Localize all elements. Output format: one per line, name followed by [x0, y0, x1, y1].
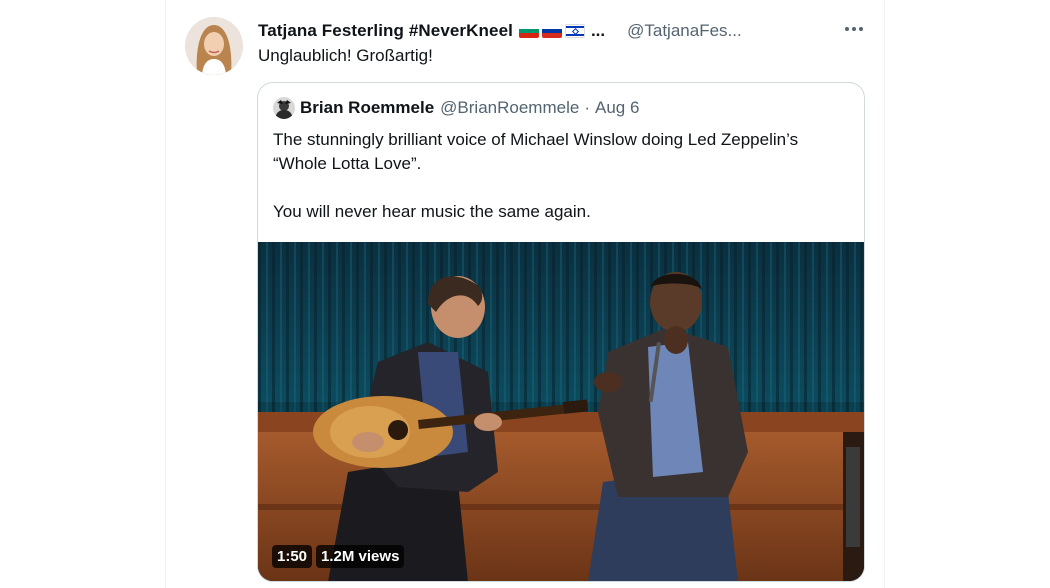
flag-russia-icon — [541, 24, 562, 38]
flag-bulgaria-icon — [518, 24, 539, 38]
more-horizontal-icon[interactable] — [843, 18, 865, 40]
avatar[interactable] — [185, 17, 243, 75]
flag-israel-icon — [564, 24, 585, 38]
quoted-text-line — [273, 176, 853, 200]
quoted-author-name[interactable]: Brian Roemmele — [300, 98, 434, 118]
quoted-avatar — [273, 97, 295, 119]
tweet-text: Unglaublich! Großartig! — [258, 46, 433, 65]
video-views: 1.2M views — [316, 545, 405, 568]
quoted-text-line: “Whole Lotta Love”. — [273, 154, 422, 173]
avatar-image — [185, 17, 243, 75]
quoted-tweet[interactable]: Brian Roemmele @BrianRoemmele · Aug 6 Th… — [257, 82, 865, 582]
quoted-author-handle[interactable]: @BrianRoemmele — [440, 98, 579, 118]
video-thumbnail — [258, 242, 864, 581]
quoted-tweet-header: Brian Roemmele @BrianRoemmele · Aug 6 — [273, 97, 639, 119]
name-truncation: ... — [590, 21, 606, 40]
flags — [518, 24, 585, 38]
author-name[interactable]: Tatjana Festerling #NeverKneel — [258, 21, 513, 41]
quoted-date[interactable]: Aug 6 — [595, 98, 639, 118]
quoted-text-line: The stunningly brilliant voice of Michae… — [273, 130, 799, 149]
video-player[interactable]: 1:50 1.2M views — [258, 242, 864, 581]
author-handle[interactable]: @TatjanaFes... — [627, 21, 742, 41]
video-duration: 1:50 — [272, 545, 313, 568]
quoted-text-line: You will never hear music the same again… — [273, 202, 591, 221]
page: Tatjana Festerling #NeverKneel ... @Tatj… — [0, 0, 1050, 588]
quoted-tweet-text: The stunningly brilliant voice of Michae… — [273, 128, 853, 224]
tweet-header: Tatjana Festerling #NeverKneel ... @Tatj… — [258, 18, 868, 44]
video-badges: 1:50 1.2M views — [272, 545, 405, 568]
separator-dot: · — [584, 98, 590, 117]
